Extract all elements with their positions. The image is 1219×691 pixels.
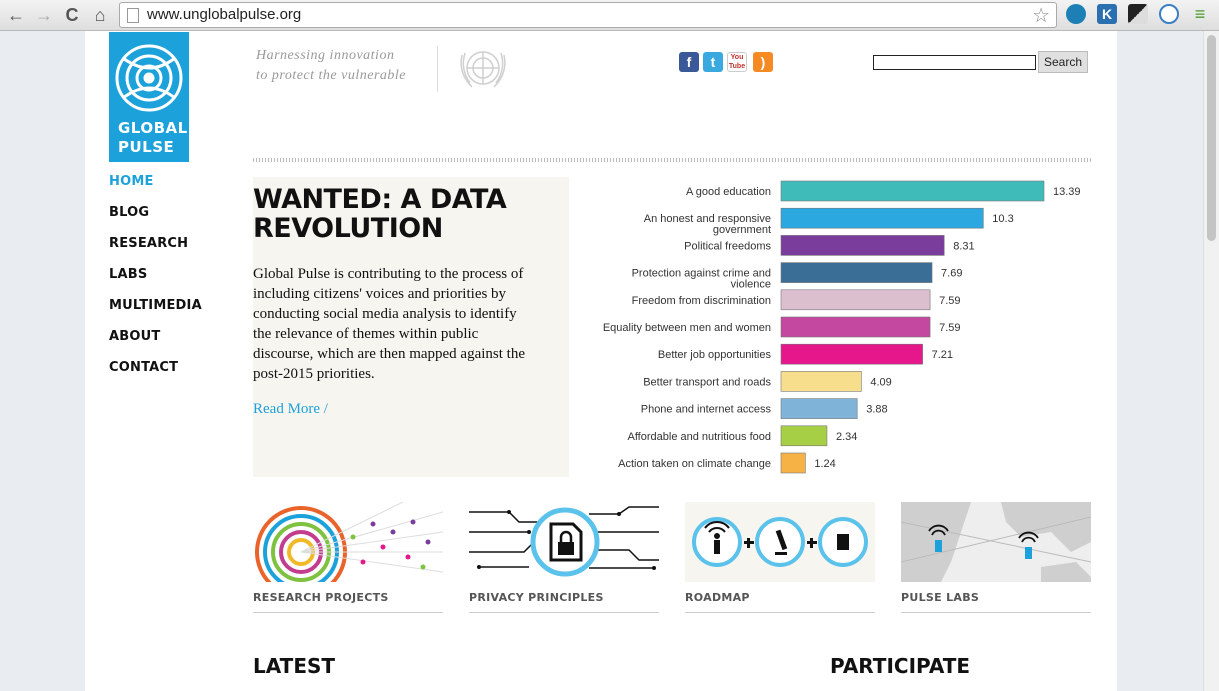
privacy-principles-image[interactable] [469,502,659,582]
chart-category-label-2: Political freedoms [684,240,771,252]
tile-pulse-labs[interactable]: PULSE LABS [901,502,1091,613]
extension-delicious-icon[interactable] [1128,4,1148,24]
bookmark-star-icon[interactable]: ☆ [1032,3,1050,28]
chart-value-label-8: 3.88 [866,404,887,416]
extension-clock-icon[interactable] [1159,4,1179,24]
tile-rule [685,612,875,613]
header-divider [253,158,1093,162]
chart-category-label-5: Equality between men and women [603,322,771,334]
page-content: GLOBAL PULSE Harnessing innovation to pr… [85,31,1117,691]
main-navigation: HOME BLOG RESEARCH LABS MULTIMEDIA ABOUT… [109,174,202,391]
search-input[interactable] [873,55,1036,70]
chart-category-label-9: Affordable and nutritious food [627,431,771,443]
chart-category-label-7: Better transport and roads [643,376,771,388]
feature-body: Global Pulse is contributing to the proc… [253,266,525,382]
tagline-line-1: Harnessing innovation [256,48,395,63]
nav-about[interactable]: ABOUT [109,329,202,360]
research-projects-image[interactable] [253,502,443,582]
tile-roadmap[interactable]: ROADMAP [685,502,875,613]
facebook-icon[interactable]: f [679,52,699,72]
chart-value-label-4: 7.59 [939,295,960,307]
extension-eye-icon[interactable] [1066,4,1086,24]
pulse-rings-icon [115,44,183,112]
chart-bar-8 [780,398,858,419]
url-text[interactable]: www.unglobalpulse.org [147,6,301,23]
nav-research[interactable]: RESEARCH [109,236,202,267]
chart-bar-1 [780,207,984,229]
chart-category-label-4: Freedom from discrimination [632,295,771,307]
chart-value-label-3: 7.69 [941,268,962,280]
chart-value-label-1: 10.3 [992,213,1013,225]
chart-category-label-10: Action taken on climate change [618,458,771,470]
privacy-principles-caption[interactable]: PRIVACY PRINCIPLES [469,591,659,604]
priorities-bar-chart: 13.39A good education10.3An honest and r… [603,180,1081,474]
chart-bar-6 [780,343,923,365]
chart-category-label-6: Better job opportunities [658,349,772,361]
participate-heading: PARTICIPATE [830,654,971,678]
tile-rule [901,612,1091,613]
search-button[interactable]: Search [1038,51,1088,73]
tagline-line-2: to protect the vulnerable [256,68,406,83]
chart-bar-4 [780,289,931,311]
chart-value-label-5: 7.59 [939,322,960,334]
reload-icon[interactable]: C [61,4,83,26]
chart-bar-9 [780,425,828,447]
nav-multimedia[interactable]: MULTIMEDIA [109,298,202,329]
roadmap-caption[interactable]: ROADMAP [685,591,875,604]
global-pulse-logo[interactable]: GLOBAL PULSE [109,32,189,162]
roadmap-image[interactable] [685,502,875,582]
nav-contact[interactable]: CONTACT [109,360,202,391]
chart-category-label-1-line2: government [713,224,771,236]
chart-bar-5 [780,316,931,338]
research-projects-caption[interactable]: RESEARCH PROJECTS [253,591,443,604]
chart-bar-10 [780,452,806,474]
chart-value-label-2: 8.31 [953,240,974,252]
chart-bar-7 [780,371,862,392]
chart-category-label-8: Phone and internet access [641,404,772,416]
chrome-menu-icon[interactable]: ≡ [1190,4,1210,24]
chart-value-label-6: 7.21 [932,349,953,361]
tile-research-projects[interactable]: RESEARCH PROJECTS [253,502,443,613]
extension-k-icon[interactable]: K [1097,4,1117,24]
chart-value-label-7: 4.09 [870,376,891,388]
chart-bar-3 [780,262,933,283]
rss-icon[interactable]: ) [753,52,773,72]
youtube-icon[interactable]: You Tube [727,52,747,72]
chart-category-label-3-line2: violence [731,279,771,291]
feature-panel: WANTED: A DATA REVOLUTION Global Pulse i… [253,177,569,477]
chart-bar-2 [780,235,945,256]
pulse-labs-caption[interactable]: PULSE LABS [901,591,1091,604]
tile-rule [253,612,443,613]
pulse-labs-image[interactable] [901,502,1091,582]
browser-toolbar: ← → C ⌂ www.unglobalpulse.org ☆ K ≡ [0,0,1219,31]
chart-category-label-0: A good education [686,186,771,198]
chart-value-label-10: 1.24 [814,458,835,470]
nav-blog[interactable]: BLOG [109,205,202,236]
logo-text-pulse: PULSE [118,138,175,156]
home-icon[interactable]: ⌂ [89,4,111,26]
twitter-icon[interactable]: t [703,52,723,72]
address-bar[interactable]: www.unglobalpulse.org ☆ [119,2,1057,28]
latest-heading: LATEST [253,654,336,678]
tagline: Harnessing innovation to protect the vul… [256,46,406,86]
web-page: GLOBAL PULSE Harnessing innovation to pr… [0,31,1203,691]
tile-privacy-principles[interactable]: PRIVACY PRINCIPLES [469,502,659,613]
logo-text-global: GLOBAL [118,119,188,137]
chart-value-label-0: 13.39 [1053,186,1081,198]
forward-arrow-icon[interactable]: → [33,4,55,26]
scrollbar-thumb[interactable] [1207,35,1216,241]
tile-rule [469,612,659,613]
chart-value-label-9: 2.34 [836,431,857,443]
read-more-link[interactable]: Read More / [253,401,328,418]
back-arrow-icon[interactable]: ← [5,4,27,26]
chart-bar-0 [780,180,1045,202]
tagline-divider [437,46,438,92]
vertical-scrollbar[interactable] [1203,31,1219,691]
feature-title: WANTED: A DATA REVOLUTION [253,184,507,244]
nav-home[interactable]: HOME [109,174,202,205]
page-icon [127,8,139,23]
nav-labs[interactable]: LABS [109,267,202,298]
un-emblem-icon [460,51,506,88]
